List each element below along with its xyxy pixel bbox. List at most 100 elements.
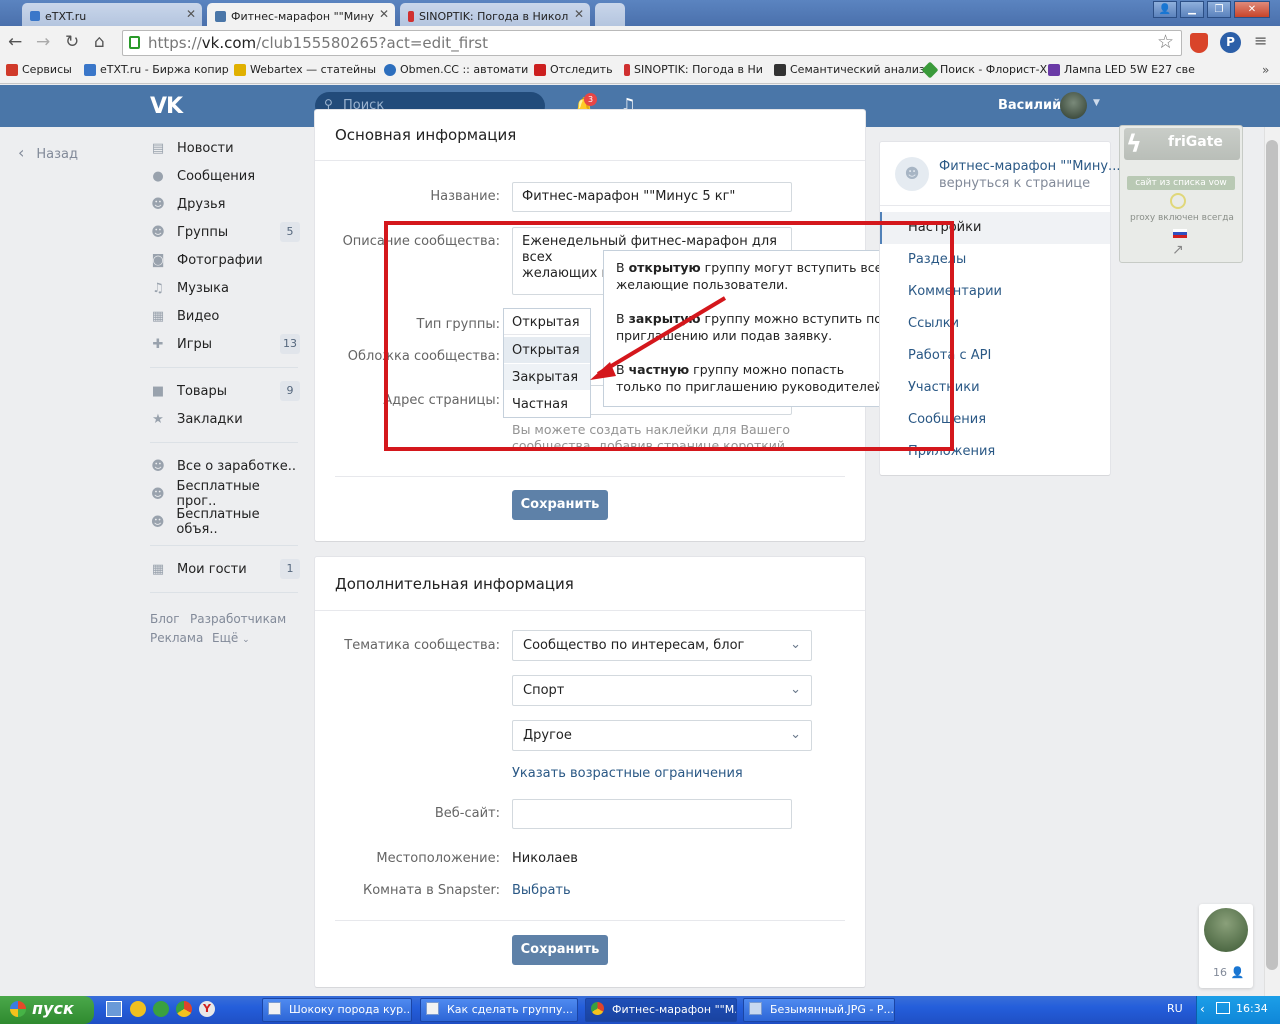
name-input[interactable]: Фитнес-марафон ""Минус 5 кг" bbox=[512, 182, 792, 212]
count-value: 16 bbox=[1213, 966, 1227, 979]
subtheme-select-1[interactable]: Спорт ⌄ bbox=[512, 675, 812, 706]
taskbar-window-4[interactable]: Безымянный.JPG - Р... bbox=[743, 998, 895, 1022]
bookmark-label: Отследить bbox=[550, 63, 613, 76]
quicklaunch-yandex-icon[interactable]: Y bbox=[199, 1001, 215, 1017]
location-value[interactable]: Николаев bbox=[512, 851, 578, 866]
nav-group-free-ads[interactable]: ☻ Бесплатные объя.. bbox=[150, 507, 300, 537]
chat-avatar[interactable] bbox=[1204, 908, 1248, 952]
restore-icon[interactable]: ❐ bbox=[1207, 1, 1231, 18]
bookmark-obmen[interactable]: Obmen.CC :: автомати bbox=[384, 63, 528, 76]
bookmark-etxt[interactable]: eTXT.ru - Биржа копир bbox=[84, 63, 229, 76]
taskbar-window-1[interactable]: Шококу порода кур... bbox=[262, 998, 412, 1022]
bookmark-lamp[interactable]: Лампа LED 5W E27 све bbox=[1048, 63, 1195, 76]
quicklaunch-app-icon[interactable] bbox=[130, 1001, 146, 1017]
bookmark-webartex[interactable]: Webartex — статейны bbox=[234, 63, 376, 76]
snapster-choose-link[interactable]: Выбрать bbox=[512, 883, 571, 898]
more-bookmarks-icon[interactable]: » bbox=[1262, 63, 1269, 77]
language-indicator[interactable]: RU bbox=[1167, 1002, 1183, 1015]
new-tab-button[interactable] bbox=[595, 3, 625, 26]
user-name[interactable]: Василий bbox=[998, 98, 1061, 113]
bookmark-track[interactable]: Отследить bbox=[534, 63, 613, 76]
shield-extension-icon[interactable] bbox=[1190, 33, 1208, 53]
vk-logo-icon[interactable]: VK bbox=[150, 94, 183, 119]
save-button-extra[interactable]: Сохранить bbox=[512, 935, 608, 965]
taskbar-window-2[interactable]: Как сделать группу... bbox=[420, 998, 578, 1022]
bookmark-sinoptik[interactable]: SINOPTIK: Погода в Ни bbox=[624, 63, 763, 76]
nav-group-free-progs[interactable]: ☻ Бесплатные прог.. bbox=[150, 479, 300, 509]
back-to-page-link[interactable]: вернуться к странице bbox=[939, 176, 1090, 191]
website-input[interactable] bbox=[512, 799, 792, 829]
back-arrow-icon[interactable]: ← bbox=[8, 32, 22, 52]
nav-photos[interactable]: ◙ Фотографии bbox=[150, 246, 300, 274]
grid-icon: ▦ bbox=[151, 562, 165, 577]
nav-bookmarks[interactable]: ★ Закладки bbox=[150, 405, 300, 433]
save-button-basic[interactable]: Сохранить bbox=[512, 490, 608, 520]
nav-my-guests[interactable]: ▦ Мои гости 1 bbox=[150, 555, 300, 583]
quicklaunch-whatsapp-icon[interactable] bbox=[153, 1001, 169, 1017]
footer-ads-link[interactable]: Реклама bbox=[150, 631, 203, 645]
back-link[interactable]: ‹ Назад bbox=[18, 143, 78, 162]
tab-label: Фитнес-марафон ""Мину bbox=[231, 9, 375, 23]
bookmark-label: Сервисы bbox=[22, 63, 72, 76]
frigate-status: proxy включен всегда bbox=[1130, 213, 1234, 223]
arrow-up-icon[interactable]: ↗ bbox=[1172, 242, 1184, 258]
close-tab-icon[interactable]: ✕ bbox=[379, 7, 389, 21]
nav-messages[interactable]: ● Сообщения bbox=[150, 162, 300, 190]
group-name-link[interactable]: Фитнес-марафон ""Мину... bbox=[939, 159, 1120, 174]
friends-icon: ☻ bbox=[151, 197, 165, 212]
group-icon: ☻ bbox=[151, 459, 165, 474]
russia-flag-icon bbox=[1173, 229, 1187, 238]
theme-select[interactable]: Сообщество по интересам, блог ⌄ bbox=[512, 630, 812, 661]
close-window-icon[interactable]: ✕ bbox=[1234, 1, 1270, 18]
close-tab-icon[interactable]: ✕ bbox=[186, 7, 196, 21]
menu-icon[interactable]: ≡ bbox=[1254, 31, 1267, 50]
obmen-icon bbox=[384, 63, 396, 76]
video-icon: ▦ bbox=[151, 309, 165, 324]
chevron-down-icon[interactable]: ▼ bbox=[1093, 98, 1100, 108]
bookmark-semantic[interactable]: Семантический анализ bbox=[774, 63, 925, 76]
nav-label: Закладки bbox=[177, 411, 243, 427]
bookmark-florist[interactable]: Поиск - Флорист-Х bbox=[921, 61, 1047, 78]
footer-blog-link[interactable]: Блог bbox=[150, 612, 180, 626]
website-label: Веб-сайт: bbox=[434, 806, 500, 821]
footer-dev-link[interactable]: Разработчикам bbox=[190, 612, 286, 626]
nav-divider bbox=[150, 592, 298, 593]
location-label: Местоположение: bbox=[376, 851, 500, 866]
nav-news[interactable]: ▤ Новости bbox=[150, 134, 300, 162]
nav-label: Сообщения bbox=[177, 168, 256, 184]
tab-vk-active[interactable]: Фитнес-марафон ""Мину ✕ bbox=[207, 3, 395, 26]
subtheme-select-2[interactable]: Другое ⌄ bbox=[512, 720, 812, 751]
quicklaunch-desktop-icon[interactable] bbox=[106, 1001, 122, 1017]
name-value: Фитнес-марафон ""Минус 5 кг" bbox=[522, 189, 736, 204]
nav-music[interactable]: ♫ Музыка bbox=[150, 274, 300, 302]
tab-etxt[interactable]: eTXT.ru ✕ bbox=[22, 3, 202, 26]
age-restrictions-link[interactable]: Указать возрастные ограничения bbox=[512, 766, 743, 781]
nav-group-earnings[interactable]: ☻ Все о заработке.. bbox=[150, 452, 300, 480]
bookmark-services[interactable]: Сервисы bbox=[6, 63, 72, 76]
lamp-icon bbox=[1048, 63, 1060, 76]
forward-arrow-icon[interactable]: → bbox=[36, 32, 50, 52]
lock-icon bbox=[129, 36, 140, 49]
reload-icon[interactable]: ↻ bbox=[65, 32, 79, 52]
quicklaunch-chrome-icon[interactable] bbox=[176, 1001, 192, 1017]
p-extension-icon[interactable]: P bbox=[1220, 32, 1241, 53]
person-icon: 👤 bbox=[1230, 966, 1245, 979]
florist-icon bbox=[921, 61, 939, 78]
nav-divider bbox=[150, 367, 298, 368]
taskbar-window-3[interactable]: Фитнес-марафон ""М... bbox=[585, 998, 737, 1022]
bookmark-star-icon[interactable]: ☆ bbox=[1157, 31, 1174, 53]
avatar[interactable] bbox=[1060, 92, 1087, 119]
minimize-icon[interactable]: ▁ bbox=[1180, 1, 1204, 18]
power-icon[interactable] bbox=[1170, 193, 1186, 209]
home-icon[interactable]: ⌂ bbox=[94, 32, 105, 52]
tray-arrow-icon[interactable]: ‹ bbox=[1200, 1002, 1205, 1016]
close-tab-icon[interactable]: ✕ bbox=[574, 7, 584, 21]
window-label: Как сделать группу... bbox=[447, 1003, 573, 1016]
etxt-favicon-icon bbox=[30, 11, 40, 21]
frigate-list-button[interactable]: сайт из списка vow bbox=[1127, 176, 1235, 190]
user-icon[interactable]: 👤 bbox=[1153, 1, 1177, 18]
scrollbar-thumb[interactable] bbox=[1266, 140, 1278, 970]
divider bbox=[315, 610, 865, 611]
network-icon[interactable] bbox=[1216, 1002, 1230, 1014]
tab-sinoptik[interactable]: SINOPTIK: Погода в Никол ✕ bbox=[400, 3, 590, 26]
